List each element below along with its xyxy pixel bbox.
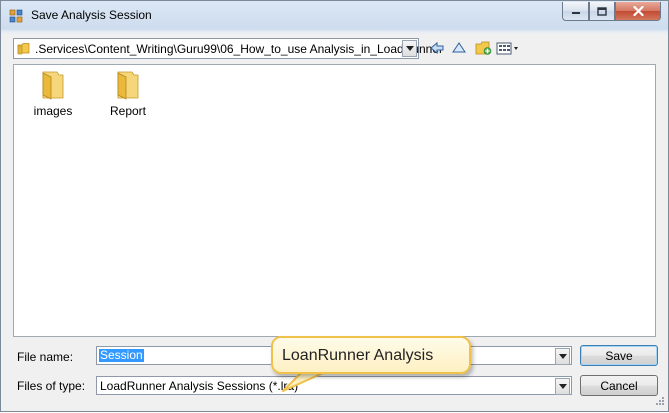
callout-text: LoanRunner Analysis [282, 347, 434, 364]
path-dropdown-button[interactable] [402, 40, 417, 57]
back-arrow-icon [430, 41, 444, 55]
minimize-icon [571, 12, 580, 14]
file-type-value: LoadRunner Analysis Sessions (*.lra) [100, 379, 299, 393]
up-folder-button[interactable] [450, 39, 468, 57]
up-folder-icon [452, 42, 466, 53]
file-type-label: Files of type: [17, 379, 86, 393]
window-title: Save Analysis Session [31, 8, 152, 22]
resize-grip-icon[interactable] [653, 396, 665, 408]
close-icon [632, 6, 644, 16]
title-bar[interactable]: Save Analysis Session [1, 1, 668, 31]
file-type-dropdown-button[interactable] [555, 378, 570, 395]
folder-icon [117, 71, 139, 100]
file-item-label: images [33, 104, 73, 118]
look-in-combo[interactable]: .Services\Content_Writing\Guru99\06_How_… [13, 38, 443, 59]
chevron-down-icon [405, 46, 414, 51]
file-name-dropdown-button[interactable] [555, 348, 570, 365]
folder-icon [42, 71, 64, 100]
path-text: .Services\Content_Writing\Guru99\06_How_… [35, 42, 444, 56]
file-item-label: Report [109, 104, 147, 118]
chevron-down-icon [558, 384, 567, 389]
app-icon [9, 9, 23, 23]
close-button[interactable] [615, 2, 661, 21]
callout-annotation: LoanRunner Analysis [271, 336, 471, 374]
file-name-label: File name: [17, 350, 74, 364]
cancel-button[interactable]: Cancel [580, 375, 658, 396]
file-list[interactable]: images Report [13, 64, 656, 337]
file-type-select[interactable]: LoadRunner Analysis Sessions (*.lra) [96, 376, 572, 395]
back-button[interactable] [428, 39, 446, 57]
folder-icon [17, 43, 30, 55]
chevron-down-icon [558, 354, 567, 359]
list-item[interactable]: images [23, 68, 83, 118]
view-menu-button[interactable] [496, 39, 520, 57]
new-folder-button[interactable] [474, 39, 492, 57]
new-folder-icon [475, 41, 491, 55]
maximize-button[interactable] [589, 2, 615, 21]
list-item[interactable]: Report [98, 68, 158, 118]
file-name-value: Session [99, 348, 144, 362]
minimize-button[interactable] [562, 2, 589, 21]
view-menu-icon [496, 42, 518, 55]
save-dialog-window: Save Analysis Session .Services\Content_… [0, 0, 669, 412]
save-button[interactable]: Save [580, 345, 658, 366]
maximize-icon [597, 6, 607, 16]
